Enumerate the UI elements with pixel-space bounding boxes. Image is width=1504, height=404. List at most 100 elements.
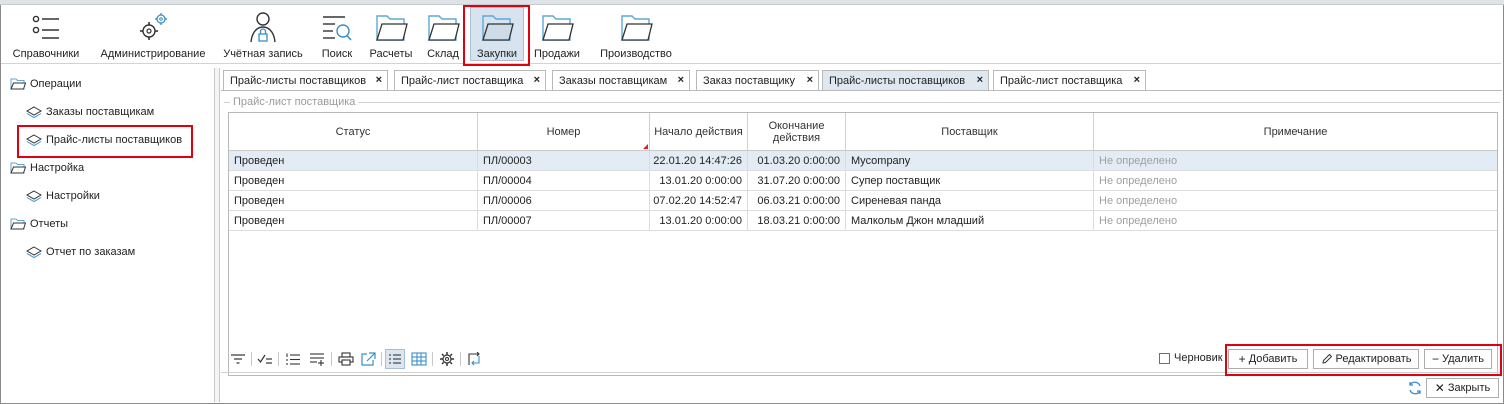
folder-icon xyxy=(428,15,460,41)
cell-end: 01.03.20 0:00:00 xyxy=(748,151,846,170)
toolbar-production[interactable]: Производство xyxy=(595,5,677,63)
close-icon[interactable]: × xyxy=(1134,74,1140,86)
checkbox-box[interactable] xyxy=(1159,352,1170,364)
tree-item-order-report[interactable]: Отчет по заказам xyxy=(26,243,135,261)
close-icon[interactable]: × xyxy=(678,74,684,86)
gear-icon[interactable] xyxy=(437,349,457,369)
column-header-number[interactable]: Номер xyxy=(478,113,650,150)
cell-end: 18.03.21 0:00:00 xyxy=(748,211,846,230)
toolbar-calculations[interactable]: Расчеты xyxy=(367,5,415,63)
close-x-icon: ✕ xyxy=(1434,381,1445,395)
add-button[interactable]: + Добавить xyxy=(1228,349,1308,369)
toolbar-separator xyxy=(460,352,461,366)
tab-label: Заказ поставщику xyxy=(703,74,795,87)
numbered-list-icon[interactable] xyxy=(283,349,303,369)
group-title: Прайс-лист поставщика xyxy=(230,96,359,108)
refresh-icon[interactable] xyxy=(1405,378,1425,398)
close-label: Закрыть xyxy=(1447,382,1491,394)
close-icon[interactable]: × xyxy=(376,74,382,86)
cell-status: Проведен xyxy=(229,171,478,190)
toolbar-search[interactable]: Поиск xyxy=(315,5,359,63)
tab-price-lists-active[interactable]: Прайс-листы поставщиков × xyxy=(822,70,989,90)
tab-price-list-2[interactable]: Прайс-лист поставщика × xyxy=(993,70,1146,90)
cell-supplier: Mycompany xyxy=(846,151,1094,170)
tab-supplier-order[interactable]: Заказ поставщику × xyxy=(696,70,819,90)
panel-splitter[interactable] xyxy=(214,68,220,402)
tree-item-settings[interactable]: Настройки xyxy=(26,187,100,205)
toolbar-account[interactable]: Учётная запись xyxy=(219,5,307,63)
export-icon[interactable] xyxy=(358,349,378,369)
toolbar-purchases[interactable]: Закупки xyxy=(467,5,527,63)
folder-open-icon xyxy=(10,218,26,230)
draft-checkbox[interactable]: Черновик xyxy=(1159,352,1223,364)
panel-divider xyxy=(221,372,1502,373)
list-view-icon[interactable] xyxy=(385,349,405,369)
column-header-status[interactable]: Статус xyxy=(229,113,478,150)
folder-icon xyxy=(376,15,408,41)
toolbar-label: Расчеты xyxy=(369,48,413,60)
column-header-start[interactable]: Начало действия xyxy=(650,113,748,150)
toolbar-label: Закупки xyxy=(476,48,518,60)
table-row[interactable]: Проведен ПЛ/00006 07.02.20 14:52:47 06.0… xyxy=(229,191,1497,211)
cell-start: 07.02.20 14:52:47 xyxy=(650,191,748,210)
toolbar-sales[interactable]: Продажи xyxy=(531,5,583,63)
tab-price-lists[interactable]: Прайс-листы поставщиков × xyxy=(223,70,388,90)
grid-header: Статус Номер Начало действия Окончание д… xyxy=(229,113,1497,151)
list-icon xyxy=(32,15,59,39)
price-list-grid[interactable]: Статус Номер Начало действия Окончание д… xyxy=(228,112,1498,376)
delete-button[interactable]: − Удалить xyxy=(1424,349,1492,369)
close-icon[interactable]: × xyxy=(534,74,540,86)
checklist-icon[interactable] xyxy=(255,349,275,369)
tree-group-label: Операции xyxy=(30,78,82,90)
cell-number: ПЛ/00006 xyxy=(478,191,650,210)
cell-end: 06.03.21 0:00:00 xyxy=(748,191,846,210)
cell-number: ПЛ/00003 xyxy=(478,151,650,170)
edit-label: Редактировать xyxy=(1335,353,1412,365)
cell-status: Проведен xyxy=(229,151,478,170)
cell-start: 13.01.20 0:00:00 xyxy=(650,211,748,230)
toolbar-label: Производство xyxy=(600,48,672,60)
pencil-icon xyxy=(1321,353,1332,364)
close-icon[interactable]: × xyxy=(807,74,813,86)
column-header-supplier[interactable]: Поставщик xyxy=(846,113,1094,150)
user-lock-icon xyxy=(250,12,276,43)
tab-strip-border xyxy=(221,90,1502,91)
toolbar-directories[interactable]: Справочники xyxy=(7,5,85,63)
table-row[interactable]: Проведен ПЛ/00004 13.01.20 0:00:00 31.07… xyxy=(229,171,1497,191)
tree-item-label: Прайс-листы поставщиков xyxy=(46,134,183,146)
cell-start: 22.01.20 14:47:26 xyxy=(650,151,748,170)
add-row-list-icon[interactable] xyxy=(307,349,327,369)
toolbar-administration[interactable]: Администрирование xyxy=(96,5,210,63)
tab-price-list[interactable]: Прайс-лист поставщика × xyxy=(394,70,546,90)
toolbar-separator xyxy=(381,352,382,366)
toolbar-warehouse[interactable]: Склад xyxy=(421,5,465,63)
add-label: Добавить xyxy=(1248,353,1298,365)
tree-group-reports[interactable]: Отчеты xyxy=(10,215,68,233)
print-icon[interactable] xyxy=(336,349,356,369)
table-row[interactable]: Проведен ПЛ/00007 13.01.20 0:00:00 18.03… xyxy=(229,211,1497,231)
tree-item-supplier-orders[interactable]: Заказы поставщикам xyxy=(26,103,154,121)
table-row[interactable]: Проведен ПЛ/00003 22.01.20 14:47:26 01.0… xyxy=(229,151,1497,171)
tree-group-operations[interactable]: Операции xyxy=(10,75,81,93)
cell-supplier: Малкольм Джон младший xyxy=(846,211,1094,230)
filter-icon[interactable] xyxy=(228,349,248,369)
toolbar-label: Справочники xyxy=(12,48,80,60)
toolbar-label: Поиск xyxy=(321,48,353,60)
tab-supplier-orders[interactable]: Заказы поставщикам × xyxy=(552,70,690,90)
sort-indicator-icon xyxy=(643,144,648,149)
toolbar-label: Администрирование xyxy=(100,48,206,60)
column-header-label: Номер xyxy=(546,125,581,138)
tree-group-settings[interactable]: Настройка xyxy=(10,159,84,177)
close-icon[interactable]: × xyxy=(977,74,983,86)
column-header-end[interactable]: Окончание действия xyxy=(748,113,846,150)
column-header-note[interactable]: Примечание xyxy=(1094,113,1497,150)
cell-start: 13.01.20 0:00:00 xyxy=(650,171,748,190)
cell-status: Проведен xyxy=(229,191,478,210)
edit-button[interactable]: Редактировать xyxy=(1313,349,1419,369)
grid-view-icon[interactable] xyxy=(409,349,429,369)
close-button[interactable]: ✕ Закрыть xyxy=(1426,378,1499,398)
swap-icon[interactable] xyxy=(464,349,484,369)
tree-item-supplier-price-lists[interactable]: Прайс-листы поставщиков xyxy=(26,131,182,149)
cell-status: Проведен xyxy=(229,211,478,230)
cell-supplier: Сиреневая панда xyxy=(846,191,1094,210)
